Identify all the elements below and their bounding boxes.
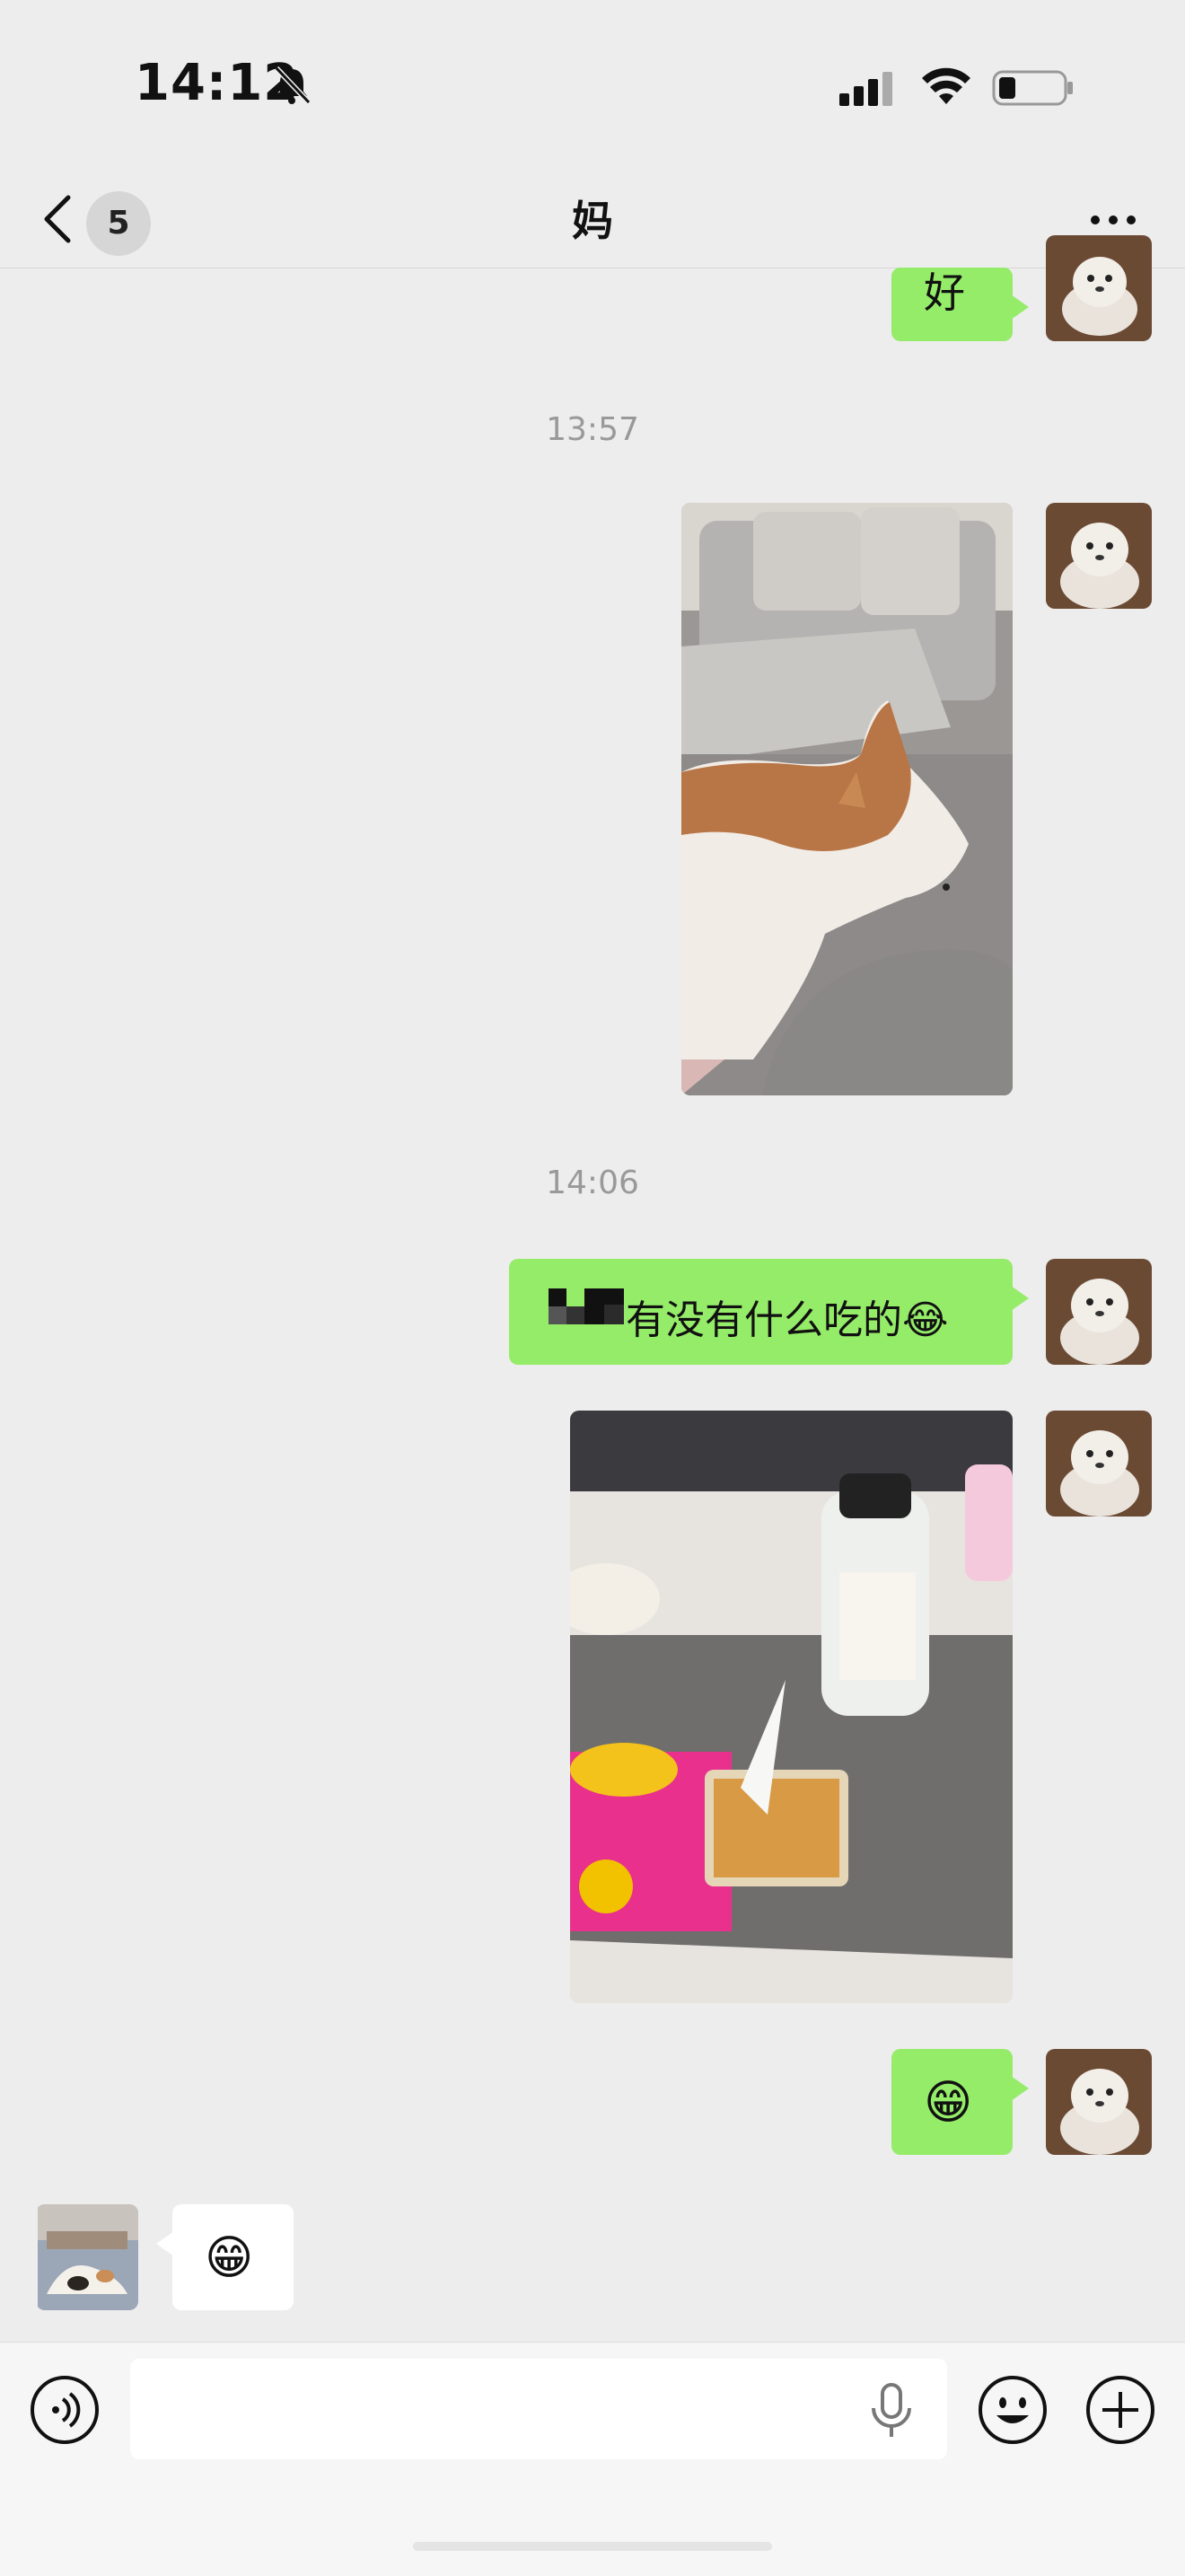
- message-text: 好: [924, 268, 965, 317]
- wifi-icon: [922, 67, 970, 104]
- voice-icon[interactable]: [29, 2374, 101, 2446]
- avatar-self[interactable]: [1046, 235, 1152, 341]
- message-bubble-contact[interactable]: 😁: [156, 2204, 294, 2310]
- chevron-left-icon[interactable]: [36, 190, 81, 248]
- chat-header: 5 妈: [0, 171, 1185, 268]
- chat-title: 妈: [572, 197, 613, 245]
- message-bubble-self[interactable]: 有没有什么吃的😂: [509, 1259, 1029, 1365]
- status-bar: 14:12: [0, 0, 1185, 171]
- photo-message-snacks[interactable]: [570, 1411, 1013, 2003]
- message-bubble-self[interactable]: 😁: [891, 2049, 1029, 2155]
- avatar-self[interactable]: [1046, 2049, 1152, 2155]
- avatar-self[interactable]: [1046, 503, 1152, 609]
- input-bar: [0, 2342, 1185, 2576]
- message-text: 有没有什么吃的😂: [626, 1297, 949, 1343]
- more-dots-icon[interactable]: [1086, 207, 1140, 233]
- message-text: 😁: [205, 2231, 254, 2285]
- timestamp: 14:06: [546, 1165, 639, 1201]
- message-input[interactable]: [130, 2359, 947, 2459]
- avatar-contact[interactable]: [36, 2204, 138, 2310]
- pixel-sticker-icon: [549, 1288, 624, 1324]
- plus-icon[interactable]: [1084, 2374, 1156, 2446]
- bell-muted-icon: [274, 66, 312, 105]
- timestamp: 13:57: [546, 411, 639, 448]
- unread-count-badge[interactable]: 5: [86, 191, 151, 256]
- emoji-icon[interactable]: [977, 2374, 1049, 2446]
- mic-icon[interactable]: [866, 2381, 917, 2439]
- avatar-self[interactable]: [1046, 1259, 1152, 1365]
- avatar-self[interactable]: [1046, 1411, 1152, 1517]
- battery-icon: [992, 70, 1073, 106]
- photo-message-dog[interactable]: [681, 503, 1013, 1095]
- cellular-signal-icon: [839, 72, 892, 106]
- home-indicator: [413, 2542, 772, 2551]
- message-bubble-self[interactable]: 好: [891, 268, 1029, 341]
- message-text: 😁: [924, 2076, 973, 2130]
